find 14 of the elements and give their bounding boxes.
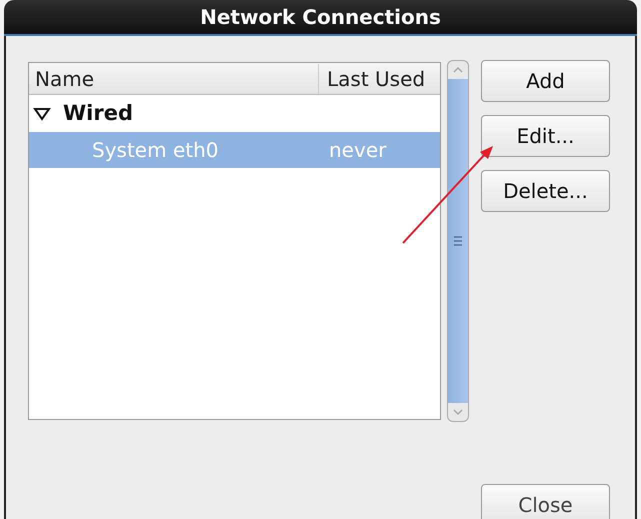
scrollbar[interactable] <box>447 60 469 422</box>
grip-icon <box>454 236 462 246</box>
scroll-thumb[interactable] <box>448 79 468 403</box>
close-button[interactable]: Close <box>481 484 610 519</box>
column-header[interactable]: Last Used <box>319 64 426 94</box>
expander-icon[interactable] <box>33 106 51 120</box>
dialog-button[interactable]: Edit... <box>481 115 610 157</box>
dialog-button[interactable]: Delete... <box>481 170 610 212</box>
group-label: Wired <box>63 100 133 127</box>
last-used: never <box>329 137 386 164</box>
connection-name: System eth0 <box>91 137 220 164</box>
window-title: Network Connections <box>200 4 441 31</box>
column-header[interactable]: Name <box>29 64 319 94</box>
dialog-button[interactable]: Add <box>481 60 610 102</box>
